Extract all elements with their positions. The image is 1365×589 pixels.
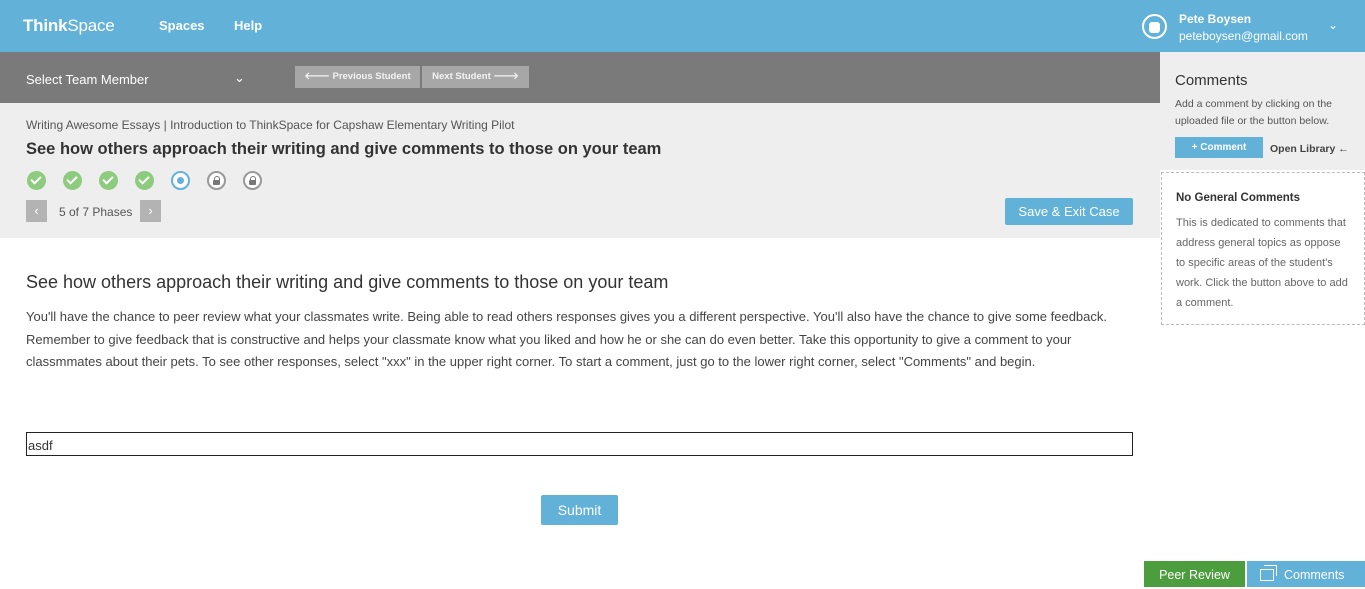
breadcrumb-space-link[interactable]: Writing Awesome Essays: [26, 118, 160, 132]
team-member-bar: Select Team Member ⌄ 🡐 Previous Student …: [0, 52, 1160, 103]
comments-help-text: Add a comment by clicking on the uploade…: [1175, 98, 1332, 127]
peer-review-tab[interactable]: Peer Review: [1144, 561, 1245, 587]
previous-phase-button[interactable]: ‹: [26, 200, 47, 222]
phase-step-7-locked-icon: [243, 171, 262, 190]
breadcrumb-separator: |: [163, 118, 167, 132]
nav-spaces-link[interactable]: Spaces: [159, 18, 205, 33]
submit-button[interactable]: Submit: [541, 495, 618, 525]
comments-sidebar: Comments Add a comment by clicking on th…: [1160, 52, 1365, 587]
user-menu-chevron-icon[interactable]: ⌄: [1328, 18, 1338, 32]
phase-step-1-done-icon[interactable]: [27, 171, 46, 190]
content-title: See how others approach their writing an…: [26, 272, 669, 292]
next-phase-button[interactable]: ›: [140, 200, 161, 222]
phase-header: Writing Awesome Essays | Introduction to…: [0, 103, 1160, 238]
select-team-member-dropdown[interactable]: Select Team Member: [26, 72, 149, 87]
phase-counter: 5 of 7 Phases: [59, 205, 133, 219]
comments-title: Comments: [1175, 72, 1248, 89]
user-email[interactable]: peteboysen@gmail.com: [1179, 29, 1308, 43]
open-library-link[interactable]: Open Library ←: [1270, 143, 1349, 155]
comments-icon: [1260, 565, 1277, 581]
general-comments-box: No General Comments This is dedicated to…: [1161, 172, 1365, 325]
phase-step-3-done-icon[interactable]: [99, 171, 118, 190]
thinkspace-logo[interactable]: ThinkSpace: [23, 16, 115, 36]
phase-step-6-locked-icon: [207, 171, 226, 190]
save-exit-case-button[interactable]: Save & Exit Case: [1005, 198, 1133, 225]
next-student-button[interactable]: Next Student 🡒: [422, 66, 529, 88]
user-avatar-icon[interactable]: [1142, 14, 1167, 39]
top-navbar: ThinkSpace Spaces Help Pete Boysen peteb…: [0, 0, 1365, 52]
instructions-text: You'll have the chance to peer review wh…: [26, 309, 1107, 369]
logo-bold-text: Think: [23, 16, 68, 35]
breadcrumb-case-link[interactable]: Introduction to ThinkSpace for Capshaw E…: [170, 118, 514, 132]
phase-step-5-current-icon[interactable]: [171, 171, 190, 190]
comments-tab-label: Comments: [1284, 568, 1345, 582]
previous-student-button[interactable]: 🡐 Previous Student: [295, 66, 420, 88]
phase-step-4-done-icon[interactable]: [135, 171, 154, 190]
phase-title: See how others approach their writing an…: [26, 140, 662, 158]
logo-light-text: Space: [67, 16, 115, 35]
user-name[interactable]: Pete Boysen: [1179, 12, 1251, 26]
general-comments-title: No General Comments: [1176, 192, 1300, 204]
comments-header: Comments Add a comment by clicking on th…: [1160, 52, 1365, 170]
comments-tab[interactable]: Comments: [1247, 561, 1365, 587]
add-comment-button[interactable]: + Comment: [1175, 137, 1263, 158]
breadcrumb: Writing Awesome Essays | Introduction to…: [26, 118, 514, 132]
general-comments-text: This is dedicated to comments that addre…: [1176, 217, 1348, 309]
nav-help-link[interactable]: Help: [234, 18, 262, 33]
answer-input[interactable]: [26, 432, 1133, 456]
phase-step-2-done-icon[interactable]: [63, 171, 82, 190]
chevron-down-icon[interactable]: ⌄: [234, 70, 245, 86]
